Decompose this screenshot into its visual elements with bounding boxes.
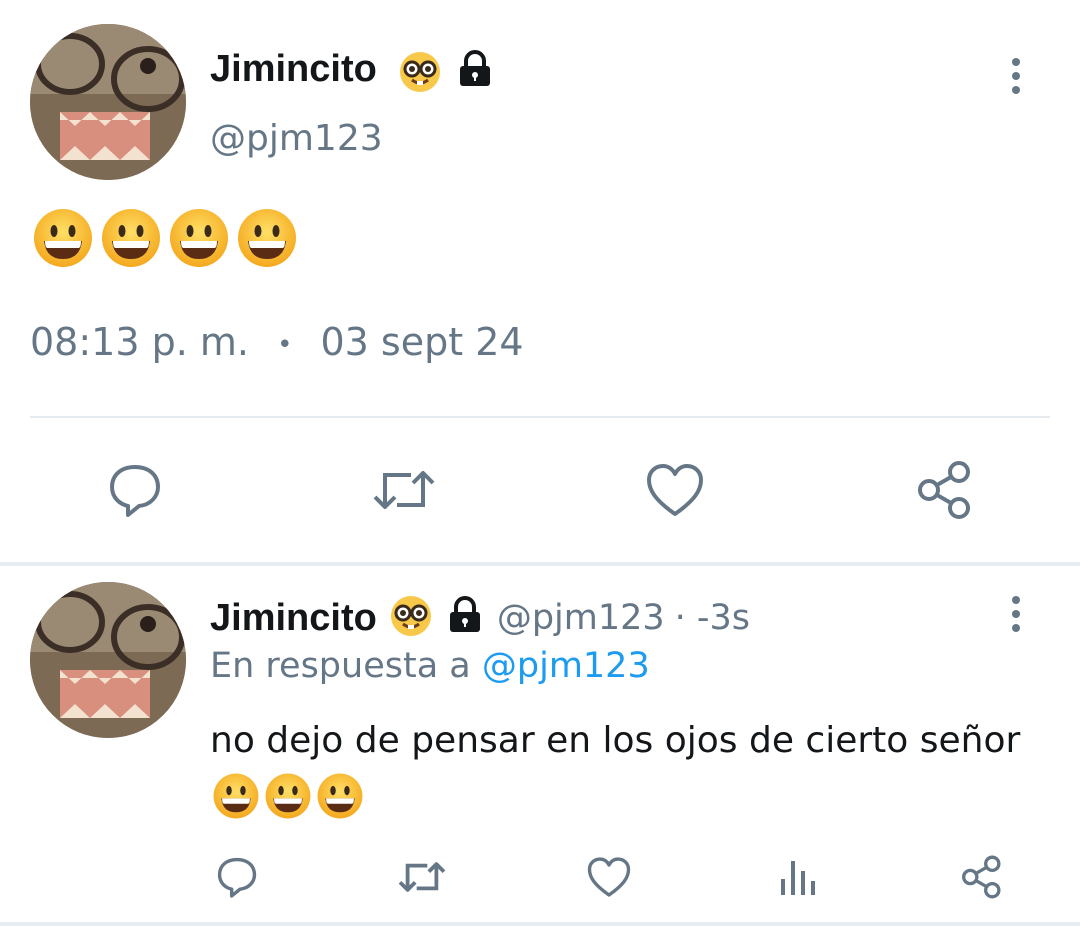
tweet-emojis	[212, 772, 364, 824]
display-name-text: Jimincito	[210, 48, 377, 90]
analytics-icon	[777, 857, 817, 897]
reply-icon	[215, 855, 259, 899]
retweet-button[interactable]	[368, 458, 440, 522]
grinning-face-emoji	[168, 207, 230, 273]
reply-button[interactable]	[100, 458, 170, 522]
grinning-face-emoji	[316, 772, 364, 824]
grinning-face-emoji	[264, 772, 312, 824]
lock-icon	[455, 50, 495, 94]
grinning-face-emoji	[236, 207, 298, 273]
tweet-timestamp: 08:13 p. m. • 03 sept 24	[30, 320, 524, 364]
display-name[interactable]: Jimincito	[210, 48, 377, 91]
nerd-face-emoji	[398, 50, 442, 98]
share-button[interactable]	[955, 852, 1009, 902]
like-button[interactable]	[640, 458, 710, 522]
reply-button[interactable]	[210, 852, 264, 902]
like-icon	[645, 462, 705, 518]
retweet-icon	[397, 856, 447, 898]
share-icon	[915, 460, 975, 520]
section-divider	[0, 562, 1080, 566]
user-handle-text: @pjm123	[210, 118, 383, 159]
grinning-face-emoji	[212, 772, 260, 824]
display-name[interactable]: Jimincito	[210, 597, 377, 640]
timestamp-separator: •	[277, 329, 293, 360]
like-icon	[586, 856, 632, 898]
divider	[30, 416, 1050, 418]
section-divider	[0, 922, 1080, 926]
grinning-face-emoji	[100, 207, 162, 273]
retweet-icon	[371, 463, 437, 517]
grinning-face-emoji	[32, 207, 94, 273]
tweet-content	[32, 207, 298, 273]
reply-icon	[106, 461, 164, 519]
tweet-time: · -3s	[674, 598, 751, 638]
in-reply-to: En respuesta a @pjm123	[210, 646, 650, 686]
in-reply-label: En respuesta a	[210, 646, 471, 686]
nerd-face-emoji	[389, 594, 433, 642]
lock-icon	[445, 596, 485, 640]
avatar[interactable]	[30, 582, 186, 738]
like-button[interactable]	[582, 852, 636, 902]
user-handle[interactable]: @pjm123	[497, 598, 665, 638]
avatar[interactable]	[30, 24, 186, 180]
tweet-time: 08:13 p. m.	[30, 320, 249, 364]
tweet-text: no dejo de pensar en los ojos de cierto …	[210, 720, 1021, 761]
reply-header: Jimincito @pjm123 · -3s	[210, 594, 750, 642]
analytics-button[interactable]	[770, 852, 824, 902]
user-handle[interactable]: @pjm123	[210, 118, 383, 159]
more-options-icon[interactable]	[1010, 58, 1022, 94]
retweet-button[interactable]	[394, 852, 450, 902]
in-reply-link[interactable]: @pjm123	[482, 646, 650, 686]
more-options-icon[interactable]	[1010, 596, 1022, 632]
share-button[interactable]	[910, 458, 980, 522]
share-icon	[960, 855, 1004, 899]
tweet-date: 03 sept 24	[320, 320, 524, 364]
